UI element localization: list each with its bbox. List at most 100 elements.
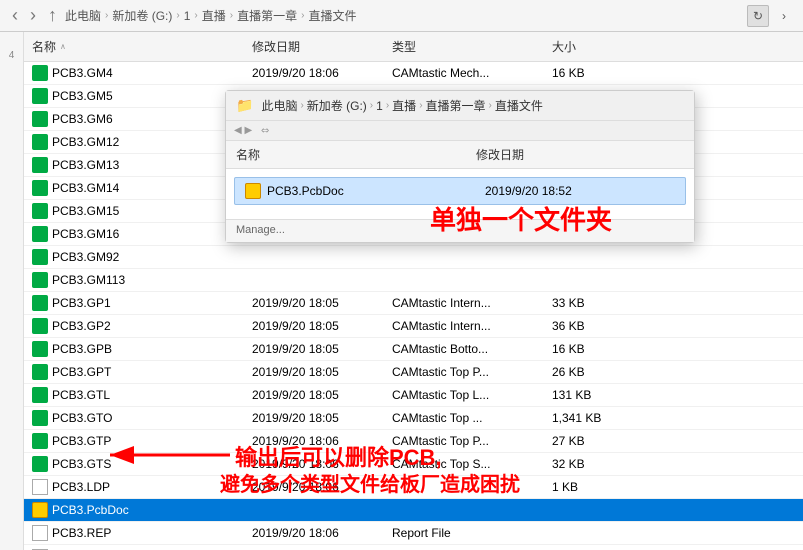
overlay-header: 📁 此电脑 › 新加卷 (G:) › 1 › 直播 › 直播第一章 › 直播文件 [226,91,694,121]
overlay-expand-icon: ⇕ [259,126,270,134]
file-name-cell: PCB3.GPT [24,361,244,383]
folder-icon: 📁 [236,97,253,114]
green-icon [32,134,48,150]
file-size-cell [544,246,624,268]
file-size-cell: 16 KB [544,62,624,84]
table-row[interactable]: PCB3.REP 2019/9/20 18:06 Report File [24,522,803,545]
green-icon [32,180,48,196]
breadcrumb-part-2[interactable]: 新加卷 (G:) [112,7,172,24]
file-modified-cell: 2019/9/20 18:06 [244,62,384,84]
file-name-text: PCB3.GTL [52,388,110,402]
table-row[interactable]: PCB3.GPT 2019/9/20 18:05 CAMtastic Top P… [24,361,803,384]
file-name-cell: PCB3.GTP [24,430,244,452]
breadcrumb-part-5[interactable]: 直播第一章 [237,7,297,24]
file-type-cell: CAMtastic Intern... [384,292,544,314]
green-icon [32,341,48,357]
table-row[interactable]: PCB3.GM4 2019/9/20 18:06 CAMtastic Mech.… [24,62,803,85]
table-row[interactable]: PCB3.GP2 2019/9/20 18:05 CAMtastic Inter… [24,315,803,338]
green-icon [32,364,48,380]
file-size-cell: 27 KB [544,430,624,452]
table-row[interactable]: PCB3.GM113 [24,269,803,292]
table-row[interactable]: PCB3.RUL 2019/9/20 18:06 RUL 文件 1 KB [24,545,803,550]
file-name-text: PCB3.GM16 [52,227,119,241]
file-modified-cell: 2019/9/20 18:05 [244,384,384,406]
col-name-header[interactable]: 名称 ∧ [24,36,244,57]
file-name-text: PCB3.GM4 [52,66,113,80]
file-name-text: PCB3.GM6 [52,112,113,126]
overlay-nav-arrows: ◀ ▶ [234,125,252,136]
file-size-cell: 1 KB [544,476,624,498]
file-type-cell [384,246,544,268]
green-icon [32,433,48,449]
back-button[interactable]: ‹ [8,5,22,26]
refresh-button[interactable]: ↻ [747,5,769,27]
file-name-text: PCB3.GM5 [52,89,113,103]
main-window: ‹ › ↑ 此电脑 › 新加卷 (G:) › 1 › 直播 › 直播第一章 › … [0,0,803,550]
file-name-cell: PCB3.RUL [24,545,244,550]
file-icon [32,479,48,495]
file-name-text: PCB3.GP2 [52,319,111,333]
overlay-bc-4: 直播 [392,97,416,114]
file-size-cell: 36 KB [544,315,624,337]
file-name-cell: PCB3.GM15 [24,200,244,222]
overlay-nav: ◀ ▶ ⇕ [226,121,694,141]
file-name-cell: PCB3.GTS [24,453,244,475]
breadcrumb-part-3[interactable]: 1 [184,9,191,23]
file-name-text: PCB3.GTP [52,434,111,448]
file-size-cell [544,522,624,544]
file-name-cell: PCB3.GM12 [24,131,244,153]
file-name-cell: PCB3.REP [24,522,244,544]
file-modified-cell: 2019/9/20 18:05 [244,292,384,314]
green-icon [32,410,48,426]
breadcrumb-part-6[interactable]: 直播文件 [308,7,356,24]
file-name-text: PCB3.GM13 [52,158,119,172]
breadcrumb-part-4[interactable]: 直播 [202,7,226,24]
col-modified-header[interactable]: 修改日期 [244,36,384,57]
file-name-text: PCB3.GM14 [52,181,119,195]
col-type-header[interactable]: 类型 [384,36,544,57]
overlay-bc-6: 直播文件 [495,97,543,114]
file-name-text: PCB3.GM113 [52,273,125,287]
sep-1: › [105,10,108,21]
breadcrumb-part-1[interactable]: 此电脑 [65,7,101,24]
file-type-cell: CAMtastic Mech... [384,62,544,84]
file-name-cell: PCB3.GM5 [24,85,244,107]
file-size-cell: 1,341 KB [544,407,624,429]
file-modified-cell [244,246,384,268]
file-size-cell: 16 KB [544,338,624,360]
file-size-cell: 1 KB [544,545,624,550]
file-name-cell: PCB3.GM113 [24,269,244,291]
file-name-cell: PCB3.GTL [24,384,244,406]
file-name-text: PCB3.GP1 [52,296,111,310]
overlay-sep-3: › [386,100,389,111]
sidebar: 4 [0,32,24,550]
file-name-text: PCB3.GPT [52,365,111,379]
table-row[interactable]: PCB3.GPB 2019/9/20 18:05 CAMtastic Botto… [24,338,803,361]
green-icon [32,203,48,219]
nav-arrow-button[interactable]: › [773,5,795,27]
green-icon [32,65,48,81]
file-name-text: PCB3.GM12 [52,135,119,149]
overlay-col-header: 名称 修改日期 [226,141,694,169]
overlay-file-name-text: PCB3.PcbDoc [267,184,344,198]
address-bar: ‹ › ↑ 此电脑 › 新加卷 (G:) › 1 › 直播 › 直播第一章 › … [0,0,803,32]
table-row[interactable]: PCB3.PcbDoc [24,499,803,522]
sep-5: › [301,10,304,21]
table-row[interactable]: PCB3.GTL 2019/9/20 18:05 CAMtastic Top L… [24,384,803,407]
up-button[interactable]: ↑ [44,5,61,26]
breadcrumb: 此电脑 › 新加卷 (G:) › 1 › 直播 › 直播第一章 › 直播文件 [65,7,743,24]
sidebar-num: 4 [9,50,15,61]
file-name-cell: PCB3.GM13 [24,154,244,176]
file-modified-cell: 2019/9/20 18:06 [244,545,384,550]
sep-2: › [176,10,179,21]
overlay-sep-4: › [419,100,422,111]
green-icon [32,387,48,403]
table-row[interactable]: PCB3.GM92 [24,246,803,269]
file-size-cell: 32 KB [544,453,624,475]
file-name-text: PCB3.LDP [52,480,110,494]
file-name-text: PCB3.GTO [52,411,112,425]
col-size-header[interactable]: 大小 [544,36,624,57]
table-row[interactable]: PCB3.GTO 2019/9/20 18:05 CAMtastic Top .… [24,407,803,430]
forward-button[interactable]: › [26,5,40,26]
table-row[interactable]: PCB3.GP1 2019/9/20 18:05 CAMtastic Inter… [24,292,803,315]
